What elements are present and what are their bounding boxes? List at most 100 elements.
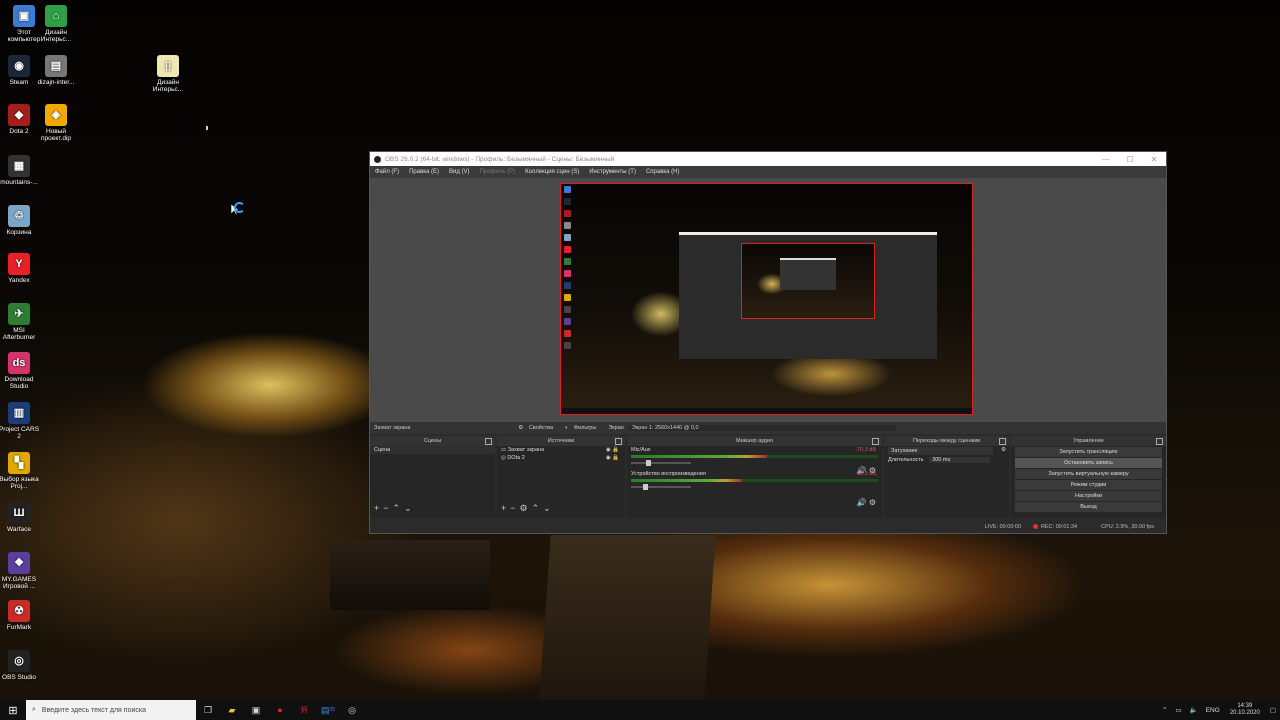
volume-meter: [631, 455, 878, 458]
scenes-dock: Сцены Сцена +−⌃⌄: [370, 436, 495, 518]
remove-icon[interactable]: −: [383, 503, 392, 513]
volume-slider[interactable]: [631, 484, 691, 490]
language-indicator[interactable]: ENG: [1206, 707, 1220, 714]
desktop-icon[interactable]: ◎ OBS Studio: [0, 650, 41, 681]
yandex-icon[interactable]: Я: [292, 700, 316, 720]
menu-edit[interactable]: Правка (E): [404, 169, 444, 175]
menu-file[interactable]: Файл (F): [370, 169, 404, 175]
obs-studio-icon[interactable]: ◎: [340, 700, 364, 720]
chevron-up-icon[interactable]: ⌃: [1162, 706, 1167, 714]
settings-button[interactable]: Настройки: [1015, 491, 1162, 501]
preview-canvas[interactable]: [560, 183, 973, 415]
move-down-icon[interactable]: ⌄: [543, 503, 555, 513]
preview-area[interactable]: [370, 178, 1166, 422]
window-title: OBS 26.0.2 (64-bit, windows) - Профиль: …: [385, 155, 615, 163]
yandex-browser-icon[interactable]: ●: [268, 700, 292, 720]
image-file-icon: ▤: [45, 55, 67, 77]
desktop-icon[interactable]: ▤ dizajn-inter...: [34, 55, 78, 86]
desktop-icon[interactable]: ▦ mountains-...: [0, 155, 41, 186]
menu-profile[interactable]: Профиль (P): [475, 169, 521, 175]
gear-icon[interactable]: ⚙: [1001, 447, 1006, 453]
properties-button[interactable]: ⚙ Свойства: [514, 425, 561, 431]
settings-icon[interactable]: ⚙: [520, 503, 532, 513]
start-virtual-camera-button[interactable]: Запустить виртуальную камеру: [1015, 469, 1162, 479]
undock-icon[interactable]: [615, 438, 622, 445]
scenes-title: Сцены: [423, 438, 442, 444]
desktop-icon[interactable]: ds Download Studio: [0, 352, 41, 391]
minimize-icon[interactable]: —: [1094, 155, 1118, 164]
move-up-icon[interactable]: ⌃: [532, 503, 544, 513]
add-icon[interactable]: +: [501, 503, 510, 513]
stop-recording-button[interactable]: Остановить запись: [1015, 458, 1162, 468]
desktop-icon[interactable]: ♲ Корзина: [0, 205, 41, 236]
desktop-icon[interactable]: Y Yandex: [0, 253, 41, 284]
language-select-icon: ▚: [8, 452, 30, 474]
recycle-bin-icon: ♲: [8, 205, 30, 227]
desktop-icon-label: MSI Afterburner: [2, 327, 36, 342]
volume-slider[interactable]: [631, 460, 691, 466]
maximize-icon[interactable]: ☐: [1118, 155, 1142, 164]
studio-mode-button[interactable]: Режим студии: [1015, 480, 1162, 490]
desktop-icon[interactable]: ⌂ Дизайн Интерьс...: [34, 5, 78, 44]
window-titlebar[interactable]: OBS 26.0.2 (64-bit, windows) - Профиль: …: [370, 152, 1166, 166]
mute-icon[interactable]: 🔊 ⚙: [857, 498, 876, 507]
app-icon[interactable]: ▤ 25: [316, 700, 340, 720]
screen-select[interactable]: Экран 1: 2560x1440 @ 0,0: [627, 425, 896, 431]
desktop-icon-label: Дизайн Интерьс...: [152, 79, 184, 94]
notifications-icon[interactable]: ▢: [1270, 706, 1276, 714]
add-icon[interactable]: +: [374, 503, 383, 513]
desktop-icon[interactable]: ◈ Новый проект.dip: [34, 104, 78, 143]
transition-select[interactable]: Затухание ⚙: [884, 446, 1009, 456]
desktop-icon[interactable]: Ш Warface: [0, 502, 41, 533]
move-down-icon[interactable]: ⌄: [404, 503, 416, 513]
menu-tools[interactable]: Инструменты (T): [584, 169, 641, 175]
desktop-icon[interactable]: ❖ MY.GAMES Игровой ...: [0, 552, 41, 591]
taskbar-search[interactable]: ⌕ Введите здесь текст для поиска: [26, 700, 196, 720]
rec-status: REC: 00:01:34: [1033, 524, 1089, 530]
undock-icon[interactable]: [1156, 438, 1163, 445]
store-icon[interactable]: ▣: [244, 700, 268, 720]
scene-tools: +−⌃⌄: [374, 503, 416, 514]
desktop-icon[interactable]: ▚ Выбор языка Proj...: [0, 452, 41, 491]
obs-window: OBS 26.0.2 (64-bit, windows) - Профиль: …: [370, 152, 1166, 533]
desktop-icon[interactable]: ✈ MSI Afterburner: [0, 303, 41, 342]
nested-obs-window: [679, 232, 937, 359]
exit-button[interactable]: Выход: [1015, 502, 1162, 512]
channel-name: Устройство воспроизведения: [631, 471, 706, 477]
volume-meter-fill: [631, 455, 767, 458]
menu-help[interactable]: Справка (H): [641, 169, 685, 175]
visibility-icon[interactable]: ◉ 🔒: [606, 447, 619, 453]
source-item[interactable]: ◎ DOta 2 ◉ 🔒: [497, 454, 625, 462]
network-icon[interactable]: ▭: [1175, 706, 1181, 714]
scene-item[interactable]: Сцена: [370, 446, 495, 454]
desktop-icon[interactable]: ▥ Project CARS 2: [0, 402, 41, 441]
volume-icon[interactable]: 🔈: [1190, 706, 1198, 714]
desktop-icon[interactable]: ☢ FurMark: [0, 600, 41, 631]
undock-icon[interactable]: [485, 438, 492, 445]
nested-desktop-icons: [564, 186, 572, 354]
file-explorer-icon[interactable]: ▰: [220, 700, 244, 720]
image-file-icon: ▦: [8, 155, 30, 177]
move-up-icon[interactable]: ⌃: [393, 503, 405, 513]
undock-icon[interactable]: [872, 438, 879, 445]
desktop-icon[interactable]: ▯ Дизайн Интерьс...: [146, 55, 190, 94]
dota2-icon: ◆: [8, 104, 30, 126]
menu-scene-collection[interactable]: Коллекция сцен (S): [520, 169, 584, 175]
start-streaming-button[interactable]: Запустить трансляцию: [1015, 447, 1162, 457]
task-view-icon[interactable]: ❐: [196, 700, 220, 720]
visibility-icon[interactable]: ◉ 🔒: [606, 455, 619, 461]
windows-start-icon[interactable]: ⊞: [0, 700, 26, 720]
menu-view[interactable]: Вид (V): [444, 169, 475, 175]
source-tools: +−⚙⌃⌄: [501, 503, 555, 514]
clock[interactable]: 14:39 20.10.2020: [1230, 703, 1260, 717]
system-tray: ⌃ ▭ 🔈 ENG 14:39 20.10.2020 ▢: [1158, 703, 1280, 717]
source-item[interactable]: ▭ Захват экрана ◉ 🔒: [497, 446, 625, 454]
filters-button[interactable]: ◐ Фильтры: [561, 425, 604, 431]
desktop-icon-label: OBS Studio: [2, 674, 36, 681]
remove-icon[interactable]: −: [510, 503, 519, 513]
mygames-icon: ❖: [8, 552, 30, 574]
duration-input[interactable]: 300 ms: [929, 457, 991, 463]
close-icon[interactable]: ✕: [1142, 155, 1166, 164]
mixer-channel: Устройство воспроизведения -70.9 dB: [627, 470, 882, 478]
undock-icon[interactable]: [999, 438, 1006, 445]
